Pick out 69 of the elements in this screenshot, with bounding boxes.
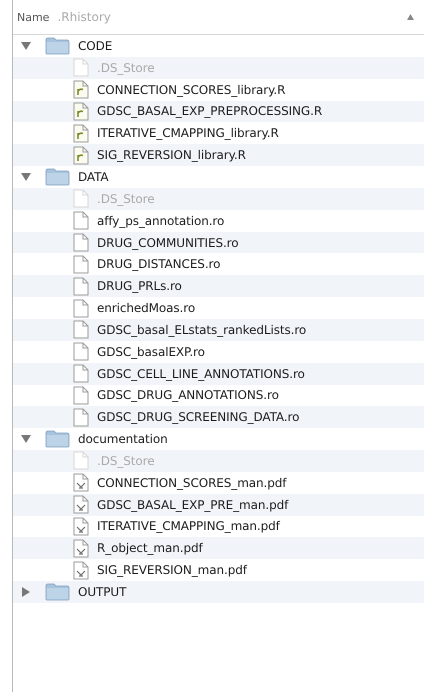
file-row[interactable]: DRUG_COMMUNITIES.ro bbox=[13, 232, 424, 254]
faded-file-name: .Rhistory bbox=[57, 10, 112, 24]
pdf-file-icon bbox=[73, 538, 89, 558]
disclosure-triangle-icon[interactable] bbox=[21, 587, 31, 598]
document-icon bbox=[73, 298, 89, 318]
document-icon bbox=[73, 364, 89, 384]
disclosure-triangle-icon[interactable] bbox=[21, 172, 31, 182]
file-row[interactable]: GDSC_BASAL_EXP_PREPROCESSING.R bbox=[13, 100, 424, 122]
file-row[interactable]: SIG_REVERSION_library.R bbox=[13, 144, 424, 166]
file-name: GDSC_CELL_LINE_ANNOTATIONS.ro bbox=[97, 366, 305, 381]
document-icon bbox=[73, 386, 89, 405]
file-name: GDSC_BASAL_EXP_PREPROCESSING.R bbox=[97, 104, 322, 118]
column-title: Name bbox=[17, 10, 50, 24]
document-icon bbox=[73, 58, 89, 78]
disclosure-triangle-icon[interactable] bbox=[21, 40, 31, 51]
document-icon bbox=[73, 189, 89, 208]
file-name: DRUG_PRLs.ro bbox=[97, 279, 182, 294]
file-name: R_object_man.pdf bbox=[97, 541, 203, 556]
file-name: GDSC_basalEXP.ro bbox=[97, 344, 205, 359]
file-row[interactable]: DRUG_PRLs.ro bbox=[13, 275, 424, 298]
folder-name: OUTPUT bbox=[78, 585, 126, 600]
file-name: .DS_Store bbox=[97, 454, 154, 468]
file-name: ITERATIVE_CMAPPING_man.pdf bbox=[97, 519, 280, 534]
folder-icon bbox=[45, 430, 70, 448]
pdf-file-icon bbox=[73, 560, 89, 580]
file-name: SIG_REVERSION_library.R bbox=[97, 148, 246, 162]
pdf-file-icon bbox=[73, 516, 89, 536]
pdf-file-icon bbox=[73, 495, 89, 514]
file-name: DRUG_COMMUNITIES.ro bbox=[97, 236, 238, 250]
sort-arrow-icon bbox=[407, 14, 414, 20]
file-name: SIG_REVERSION_man.pdf bbox=[97, 563, 247, 578]
document-icon bbox=[73, 408, 89, 427]
r-file-icon bbox=[73, 146, 89, 165]
file-name: GDSC_BASAL_EXP_PRE_man.pdf bbox=[97, 498, 288, 512]
file-name: enrichedMoas.ro bbox=[97, 301, 196, 316]
r-file-icon bbox=[73, 124, 89, 143]
document-icon bbox=[73, 342, 89, 362]
folder-icon bbox=[45, 583, 70, 602]
file-row[interactable]: GDSC_basal_ELstats_rankedLists.ro bbox=[13, 318, 424, 341]
folder-name: documentation bbox=[78, 432, 168, 446]
folder-name: DATA bbox=[78, 170, 109, 184]
document-icon bbox=[73, 254, 89, 274]
document-icon bbox=[73, 211, 89, 230]
disclosure-triangle-icon[interactable] bbox=[21, 434, 31, 444]
file-name: CONNECTION_SCORES_library.R bbox=[97, 82, 286, 97]
folder-name: CODE bbox=[78, 38, 112, 53]
file-name: ITERATIVE_CMAPPING_library.R bbox=[97, 126, 279, 140]
file-row[interactable]: GDSC_BASAL_EXP_PRE_man.pdf bbox=[13, 494, 424, 516]
r-file-icon bbox=[73, 80, 89, 100]
pdf-file-icon bbox=[73, 473, 89, 492]
document-icon bbox=[73, 451, 89, 470]
file-name: .DS_Store bbox=[97, 192, 154, 206]
folder-row[interactable]: OUTPUT bbox=[13, 581, 424, 603]
file-name: GDSC_basal_ELstats_rankedLists.ro bbox=[97, 322, 306, 337]
file-name: .DS_Store bbox=[97, 60, 154, 75]
folder-icon bbox=[45, 168, 70, 186]
file-row[interactable]: R_object_man.pdf bbox=[13, 537, 424, 560]
file-name: GDSC_DRUG_SCREENING_DATA.ro bbox=[97, 410, 300, 424]
file-name: CONNECTION_SCORES_man.pdf bbox=[97, 476, 286, 490]
document-icon bbox=[73, 233, 89, 252]
file-name: GDSC_DRUG_ANNOTATIONS.ro bbox=[97, 388, 279, 402]
file-row[interactable]: GDSC_CELL_LINE_ANNOTATIONS.ro bbox=[13, 362, 424, 384]
document-icon bbox=[73, 320, 89, 340]
file-row[interactable]: GDSC_DRUG_SCREENING_DATA.ro bbox=[13, 406, 424, 428]
file-name: affy_ps_annotation.ro bbox=[97, 214, 224, 228]
folder-icon bbox=[45, 36, 70, 55]
r-file-icon bbox=[73, 102, 89, 121]
document-icon bbox=[73, 276, 89, 296]
file-name: DRUG_DISTANCES.ro bbox=[97, 257, 220, 272]
